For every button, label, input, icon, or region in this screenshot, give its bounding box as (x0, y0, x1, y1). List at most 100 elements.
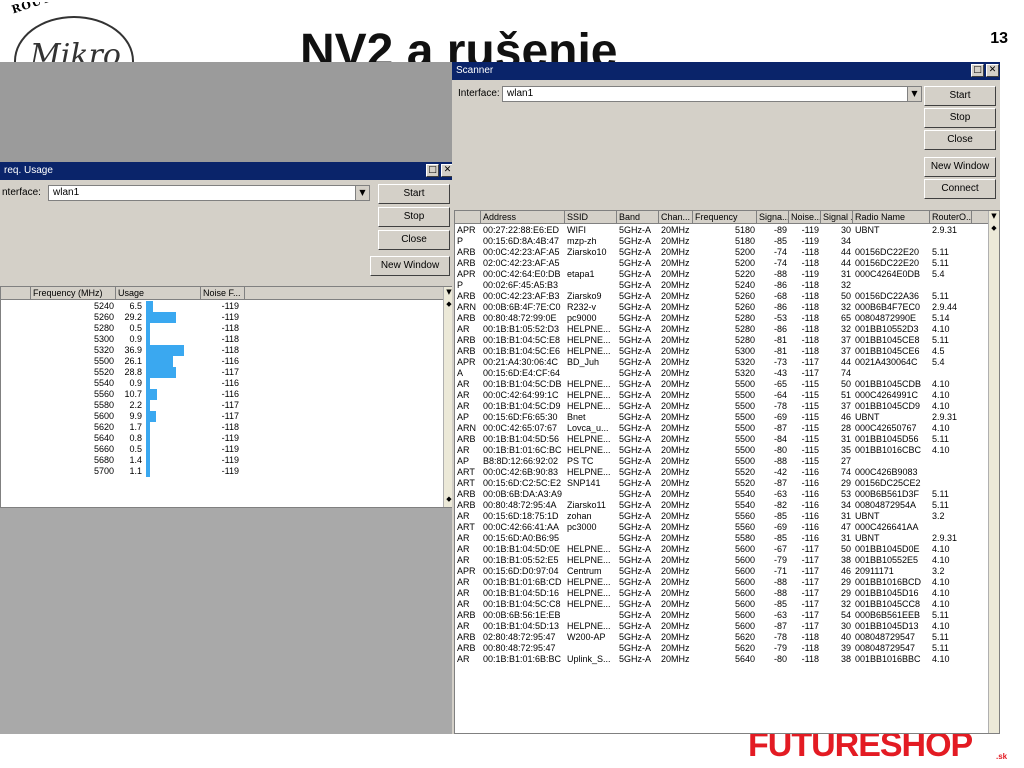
column-header-blank[interactable] (1, 287, 31, 300)
chevron-down-icon[interactable]: ▼ (907, 87, 921, 101)
table-row[interactable]: 5520 28.8 -117 (1, 367, 445, 378)
table-row[interactable]: ARN 00:0C:42:65:07:67 Lovca_u... 5GHz-A 20MH… (455, 423, 990, 434)
table-row[interactable]: 5320 36.9 -118 (1, 345, 445, 356)
table-row[interactable]: ARB 00:80:48:72:99:0E pc9000 5GHz-A 20MHz 528… (455, 313, 990, 324)
table-row[interactable]: 5560 10.7 -116 (1, 389, 445, 400)
table-row[interactable]: 5580 2.2 -117 (1, 400, 445, 411)
table-row[interactable]: AR 00:1B:B1:04:5D:13 HELPNE... 5GHz-A 20MHz 5… (455, 621, 990, 632)
scroll-thumb-icon[interactable]: ◆ (989, 224, 999, 232)
scroll-up-icon[interactable]: ▼ (989, 212, 999, 220)
table-row[interactable]: AR 00:1B:B1:04:5C:DB HELPNE... 5GHz-A 20MHz 5… (455, 379, 990, 390)
table-row[interactable]: 5540 0.9 -116 (1, 378, 445, 389)
table-row[interactable]: ARB 02:0C:42:23:AF:A5 5GHz-A 20MHz 5200 -74 -1… (455, 258, 990, 269)
column-header-signal[interactable]: Signa... (757, 211, 789, 224)
new-window-button[interactable]: New Window (370, 256, 450, 276)
scanner-titlebar[interactable]: Scanner (452, 62, 1000, 80)
connect-button[interactable]: Connect (924, 179, 996, 199)
table-row[interactable]: AR 00:0C:42:64:99:1C HELPNE... 5GHz-A 20MHz 5… (455, 390, 990, 401)
table-row[interactable]: AP 00:15:6D:F6:65:30 Bnet 5GHz-A 20MHz 5500 -6… (455, 412, 990, 423)
table-row[interactable]: 5600 9.9 -117 (1, 411, 445, 422)
start-button[interactable]: Start (378, 184, 450, 204)
table-row[interactable]: 5620 1.7 -118 (1, 422, 445, 433)
stop-button[interactable]: Stop (378, 207, 450, 227)
table-row[interactable]: AR 00:15:6D:A0:B6:95 5GHz-A 20MHz 5580 -85 -11… (455, 533, 990, 544)
column-header-frequency[interactable]: Frequency (693, 211, 757, 224)
maximize-icon[interactable]: □ (971, 64, 984, 77)
column-header-radio-name[interactable]: Radio Name (853, 211, 930, 224)
table-row[interactable]: 5500 26.1 -116 (1, 356, 445, 367)
vertical-scrollbar[interactable]: ▼ ◆ (988, 211, 999, 733)
table-row[interactable]: ART 00:0C:42:66:41:AA pc3000 5GHz-A 20MHz 556… (455, 522, 990, 533)
close-icon[interactable]: ✕ (986, 64, 999, 77)
column-header-band[interactable]: Band (617, 211, 659, 224)
interface-select[interactable]: wlan1 ▼ (48, 185, 370, 201)
table-row[interactable]: AR 00:1B:B1:04:5C:C8 HELPNE... 5GHz-A 20MHz 5… (455, 599, 990, 610)
table-row[interactable]: ARB 02:80:48:72:95:47 W200-AP 5GHz-A 20MHz 56… (455, 632, 990, 643)
new-window-button[interactable]: New Window (924, 157, 996, 177)
table-row[interactable]: AR 00:1B:B1:01:6C:BC HELPNE... 5GHz-A 20MHz 5… (455, 445, 990, 456)
table-row[interactable]: APR 00:15:6D:D0:97:04 Centrum 5GHz-A 20MHz 56… (455, 566, 990, 577)
table-row[interactable]: ARB 00:0B:6B:56:1E:EB 5GHz-A 20MHz 5600 -63 -1… (455, 610, 990, 621)
stop-button[interactable]: Stop (924, 108, 996, 128)
table-row[interactable]: 5240 6.5 -119 (1, 301, 445, 312)
column-header-frequency[interactable]: Frequency (MHz) (31, 287, 116, 300)
table-row[interactable]: P 00:02:6F:45:A5:B3 5GHz-A 20MHz 5240 -86 -118… (455, 280, 990, 291)
table-row[interactable]: 5680 1.4 -119 (1, 455, 445, 466)
table-row[interactable]: APR 00:27:22:88:E6:ED WIFI 5GHz-A 20MHz 5180 -… (455, 225, 990, 236)
table-row[interactable]: ARB 00:1B:B1:04:5D:56 HELPNE... 5GHz-A 20MHz… (455, 434, 990, 445)
start-button[interactable]: Start (924, 86, 996, 106)
table-row[interactable]: AR 00:1B:B1:01:6B:CD HELPNE... 5GHz-A 20MHz 5… (455, 577, 990, 588)
column-header-ssid[interactable]: SSID (565, 211, 617, 224)
table-row[interactable]: 5660 0.5 -119 (1, 444, 445, 455)
scan-results-table[interactable]: Address SSID Band Chan... Frequency Signa... N… (454, 210, 1000, 734)
table-row[interactable]: ARB 00:1B:B1:04:5C:E8 HELPNE... 5GHz-A 20MHz… (455, 335, 990, 346)
table-row[interactable]: APR 00:0C:42:64:E0:DB etapa1 5GHz-A 20MHz 522… (455, 269, 990, 280)
chevron-down-icon[interactable]: ▼ (355, 186, 369, 200)
flags-cell: P (457, 236, 464, 246)
table-row[interactable]: AR 00:1B:B1:05:52:D3 HELPNE... 5GHz-A 20MHz 5… (455, 324, 990, 335)
table-row[interactable]: APR 00:21:A4:30:06:4C BD_Juh 5GHz-A 20MHz 532… (455, 357, 990, 368)
usage-cell: 0.5 (129, 444, 142, 454)
table-row[interactable]: ARN 00:0B:6B:4F:7E:C0 R232-v 5GHz-A 20MHz 526… (455, 302, 990, 313)
table-row[interactable]: ARB 00:80:48:72:95:4A Ziarsko11 5GHz-A 20MHz… (455, 500, 990, 511)
table-row[interactable]: AR 00:1B:B1:04:5C:D9 HELPNE... 5GHz-A 20MHz 5… (455, 401, 990, 412)
column-header-flags[interactable] (455, 211, 481, 224)
signal-cell: -87 (773, 478, 787, 488)
maximize-icon[interactable]: □ (426, 164, 439, 177)
table-row[interactable]: 5300 0.9 -118 (1, 334, 445, 345)
column-header-usage[interactable]: Usage (116, 287, 201, 300)
column-header-noise[interactable]: Noise... (789, 211, 821, 224)
close-button[interactable]: Close (924, 130, 996, 150)
table-row[interactable]: ART 00:15:6D:C2:5C:E2 SNP141 5GHz-A 20MHz 552… (455, 478, 990, 489)
table-row[interactable]: AR 00:1B:B1:01:6B:BC Uplink_S... 5GHz-A 20MH… (455, 654, 990, 665)
table-row[interactable]: AR 00:1B:B1:04:5D:0E HELPNE... 5GHz-A 20MHz 5… (455, 544, 990, 555)
table-row[interactable]: AR 00:15:6D:18:75:1D zohan 5GHz-A 20MHz 5560 -… (455, 511, 990, 522)
noise-cell: -118 (221, 334, 239, 344)
table-row[interactable]: ARB 00:0C:42:23:AF:A5 Ziarsko10 5GHz-A 20MHz… (455, 247, 990, 258)
table-row[interactable]: ARB 00:80:48:72:95:47 5GHz-A 20MHz 5620 -79 -1… (455, 643, 990, 654)
table-row[interactable]: 5640 0.8 -119 (1, 433, 445, 444)
column-header-router-os[interactable]: RouterO... (930, 211, 972, 224)
table-row[interactable]: AP B8:8D:12:66:92:02 PS TC 5GHz-A 20MHz 5500 -… (455, 456, 990, 467)
signal-cell: -68 (773, 291, 787, 301)
interface-select[interactable]: wlan1 ▼ (502, 86, 922, 102)
table-row[interactable]: AR 00:1B:B1:05:52:E5 HELPNE... 5GHz-A 20MHz 5… (455, 555, 990, 566)
column-header-noise[interactable]: Noise F... (201, 287, 245, 300)
table-row[interactable]: 5260 29.2 -119 (1, 312, 445, 323)
table-row[interactable]: P 00:15:6D:8A:4B:47 mzp-zh 5GHz-A 20MHz 5180 -… (455, 236, 990, 247)
table-row[interactable]: ARB 00:1B:B1:04:5C:E6 HELPNE... 5GHz-A 20MHz… (455, 346, 990, 357)
table-row[interactable]: AR 00:1B:B1:04:5D:16 HELPNE... 5GHz-A 20MHz 5… (455, 588, 990, 599)
table-row[interactable]: 5280 0.5 -118 (1, 323, 445, 334)
table-row[interactable]: 5700 1.1 -119 (1, 466, 445, 477)
column-header-address[interactable]: Address (481, 211, 565, 224)
close-button[interactable]: Close (378, 230, 450, 250)
frequency-usage-table[interactable]: Frequency (MHz) Usage Noise F... 5240 6.5… (0, 286, 455, 508)
table-row[interactable]: A 00:15:6D:E4:CF:64 5GHz-A 20MHz 5320 -43 -117… (455, 368, 990, 379)
table-row[interactable]: ART 00:0C:42:6B:90:83 HELPNE... 5GHz-A 20MHz… (455, 467, 990, 478)
freq-usage-titlebar[interactable]: req. Usage (0, 162, 455, 180)
table-row[interactable]: ARB 00:0B:6B:DA:A3:A9 5GHz-A 20MHz 5540 -63 -1… (455, 489, 990, 500)
frequency-cell: 5500 (734, 412, 755, 422)
column-header-channel-width[interactable]: Chan... (659, 211, 693, 224)
column-header-snr[interactable]: Signal ... (821, 211, 853, 224)
table-row[interactable]: ARB 00:0C:42:23:AF:B3 Ziarsko9 5GHz-A 20MHz 5… (455, 291, 990, 302)
